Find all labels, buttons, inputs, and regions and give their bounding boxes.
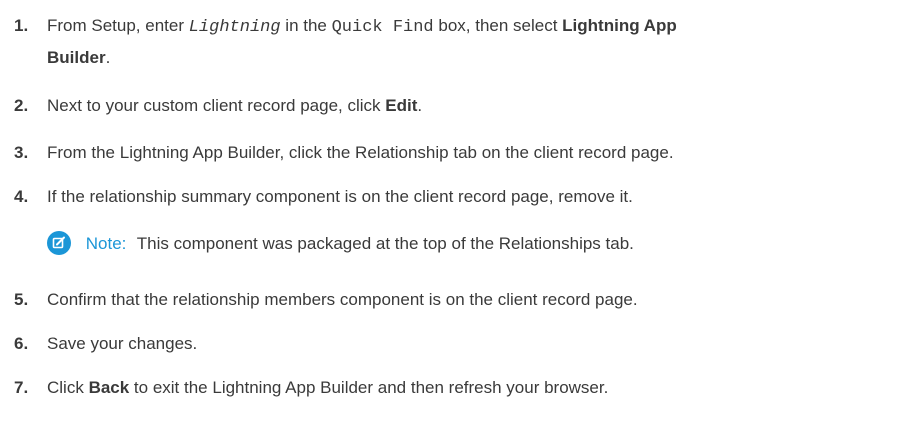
step-text: Next to your custom client record page, … bbox=[47, 96, 423, 115]
note-text: This component was packaged at the top o… bbox=[136, 234, 634, 253]
step-number: 1. bbox=[14, 16, 29, 35]
step-number: 4. bbox=[14, 187, 29, 206]
note-callout: Note: This component was packaged at the… bbox=[47, 230, 634, 260]
bold-back: Back bbox=[88, 378, 130, 397]
step-number: 5. bbox=[14, 290, 29, 309]
code-quick-find: Quick Find bbox=[331, 18, 434, 37]
step-text-continued: Builder. bbox=[47, 48, 111, 67]
code-lightning: Lightning bbox=[188, 18, 281, 37]
step-number: 6. bbox=[14, 334, 29, 353]
bold-lightning-app: Lightning App bbox=[562, 16, 677, 35]
edit-note-icon bbox=[47, 231, 71, 256]
step-number: 2. bbox=[14, 96, 29, 115]
step-number: 7. bbox=[14, 378, 29, 397]
bold-builder: Builder bbox=[47, 48, 106, 67]
step-text: From Setup, enter Lightning in the Quick… bbox=[47, 16, 677, 37]
step-text: Click Back to exit the Lightning App Bui… bbox=[47, 378, 609, 397]
note-label: Note: bbox=[85, 234, 127, 253]
step-text: If the relationship summary component is… bbox=[47, 187, 633, 206]
step-text: Confirm that the relationship members co… bbox=[47, 290, 638, 309]
step-text: From the Lightning App Builder, click th… bbox=[47, 143, 674, 162]
step-text: Save your changes. bbox=[47, 334, 198, 353]
instruction-steps: 1. From Setup, enter Lightning in the Qu… bbox=[0, 0, 909, 433]
step-number: 3. bbox=[14, 143, 29, 162]
bold-edit: Edit bbox=[385, 96, 418, 115]
